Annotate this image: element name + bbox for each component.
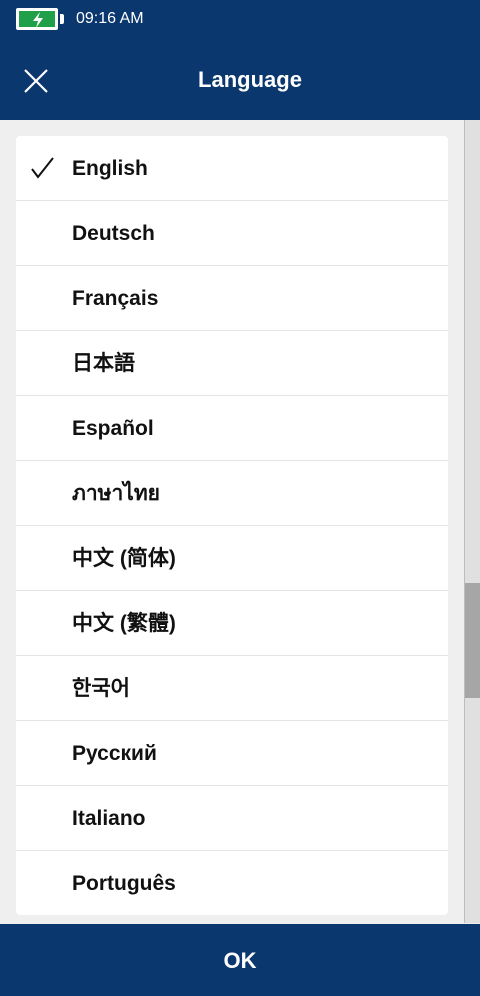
language-label: ภาษาไทย	[72, 482, 160, 505]
language-option-chinese-simplified[interactable]: 中文 (简体)	[16, 526, 448, 591]
ok-button[interactable]: OK	[0, 924, 480, 996]
language-option-espanol[interactable]: Español	[16, 396, 448, 461]
language-option-deutsch[interactable]: Deutsch	[16, 201, 448, 266]
language-label: Português	[72, 872, 176, 895]
battery-level	[19, 11, 55, 28]
language-label: English	[72, 157, 148, 180]
scrollbar-thumb[interactable]	[465, 583, 480, 698]
language-option-japanese[interactable]: 日本語	[16, 331, 448, 396]
language-label: 中文 (繁體)	[72, 612, 176, 635]
language-label: 日本語	[72, 352, 135, 375]
language-label: Italiano	[72, 807, 146, 830]
battery-tip	[60, 14, 64, 24]
app-header: Language	[0, 40, 480, 120]
status-time: 09:16 AM	[76, 10, 144, 27]
language-label: Русский	[72, 742, 157, 765]
language-label: 한국어	[72, 677, 130, 700]
language-label: Español	[72, 417, 154, 440]
checkmark-icon	[31, 157, 54, 179]
language-option-thai[interactable]: ภาษาไทย	[16, 461, 448, 526]
language-option-chinese-traditional[interactable]: 中文 (繁體)	[16, 591, 448, 656]
battery-charging-icon	[16, 8, 58, 30]
scrollbar[interactable]	[464, 120, 480, 923]
ok-button-label: OK	[223, 948, 257, 973]
language-option-korean[interactable]: 한국어	[16, 656, 448, 721]
status-bar: 09:16 AM	[0, 0, 480, 40]
language-option-italiano[interactable]: Italiano	[16, 786, 448, 851]
language-option-english[interactable]: English	[16, 136, 448, 201]
language-list: English Deutsch Français 日本語 Español ภาษ…	[16, 136, 448, 915]
language-label: Deutsch	[72, 222, 155, 245]
language-option-russian[interactable]: Русский	[16, 721, 448, 786]
language-label: 中文 (简体)	[72, 547, 176, 570]
language-option-francais[interactable]: Français	[16, 266, 448, 331]
language-label: Français	[72, 287, 159, 310]
language-option-portugues[interactable]: Português	[16, 851, 448, 915]
page-title: Language	[198, 67, 302, 92]
